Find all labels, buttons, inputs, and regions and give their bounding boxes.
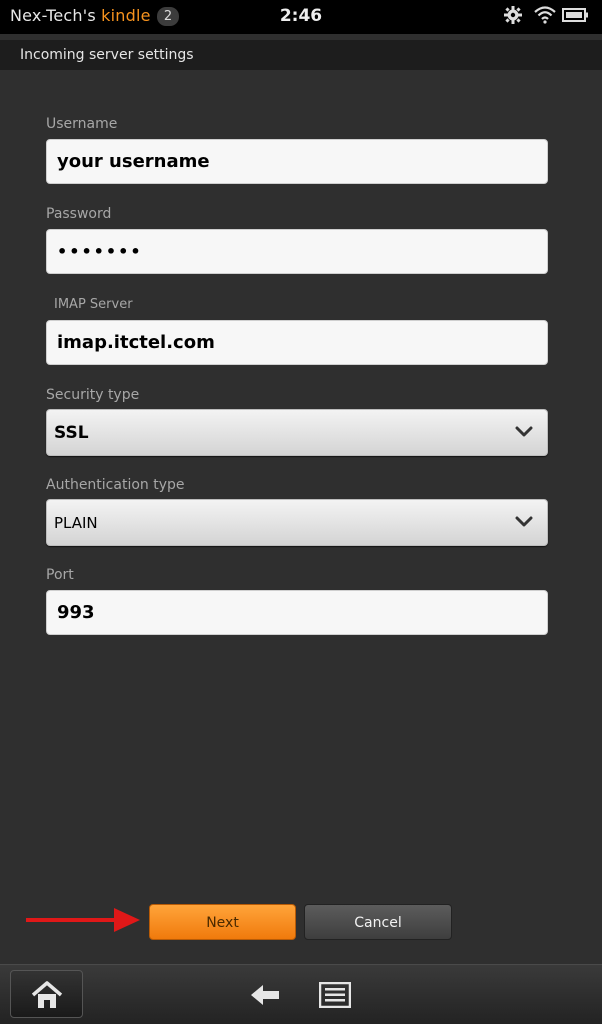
chevron-down-icon: [515, 516, 533, 527]
back-icon[interactable]: [249, 983, 281, 1007]
password-field[interactable]: •••••••: [46, 229, 548, 274]
bottom-nav-bar: [0, 964, 602, 1024]
security-type-select[interactable]: SSL: [46, 409, 548, 456]
menu-icon[interactable]: [319, 982, 351, 1008]
imap-server-field[interactable]: imap.itctel.com: [46, 320, 548, 365]
title-bar: Incoming server settings: [0, 40, 602, 70]
status-bar: Nex-Tech's kindle 2 2:46: [0, 0, 602, 34]
port-label: Port: [46, 567, 74, 583]
battery-icon: [562, 8, 588, 22]
auth-type-value: PLAIN: [54, 514, 98, 532]
gear-icon[interactable]: [504, 6, 522, 24]
auth-type-select[interactable]: PLAIN: [46, 499, 548, 546]
home-icon: [31, 981, 63, 1008]
next-button[interactable]: Next: [149, 904, 296, 940]
imap-server-value: imap.itctel.com: [57, 332, 215, 353]
password-label: Password: [46, 206, 112, 222]
page-title: Incoming server settings: [20, 47, 194, 63]
port-value: 993: [57, 602, 95, 623]
security-type-value: SSL: [54, 423, 89, 443]
username-label: Username: [46, 116, 118, 132]
home-button[interactable]: [10, 970, 83, 1018]
annotation-arrow-icon: [26, 908, 140, 932]
wifi-icon: [534, 6, 556, 24]
username-field[interactable]: your username: [46, 139, 548, 184]
chevron-down-icon: [515, 426, 533, 437]
password-value: •••••••: [57, 242, 143, 261]
username-value: your username: [57, 151, 210, 172]
port-field[interactable]: 993: [46, 590, 548, 635]
imap-server-label: IMAP Server: [54, 297, 133, 312]
security-type-label: Security type: [46, 387, 140, 403]
cancel-button[interactable]: Cancel: [304, 904, 452, 940]
auth-type-label: Authentication type: [46, 477, 185, 493]
